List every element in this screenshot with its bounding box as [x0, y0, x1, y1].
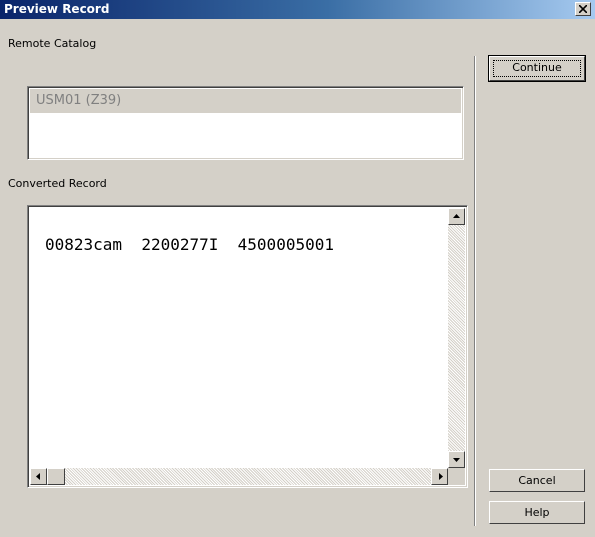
- scroll-right-button[interactable]: [431, 468, 448, 485]
- arrow-up-icon: [453, 214, 460, 218]
- converted-record-label: Converted Record: [8, 177, 107, 190]
- record-text: 00823cam 2200277I 4500005001: [45, 235, 334, 254]
- remote-catalog-label: Remote Catalog: [8, 37, 97, 50]
- title-bar: Preview Record: [0, 0, 595, 19]
- continue-button[interactable]: Continue: [488, 55, 586, 82]
- arrow-down-icon: [453, 458, 460, 462]
- continue-button-label: Continue: [512, 61, 562, 74]
- remote-catalog-list[interactable]: USM01 (Z39): [27, 86, 464, 160]
- horizontal-scrollbar[interactable]: [30, 468, 448, 485]
- list-item[interactable]: USM01 (Z39): [30, 89, 461, 113]
- scroll-up-button[interactable]: [448, 208, 465, 225]
- converted-record-textarea[interactable]: 00823cam 2200277I 4500005001: [27, 205, 468, 488]
- close-button[interactable]: [575, 2, 591, 16]
- help-button[interactable]: Help: [489, 501, 585, 524]
- scroll-thumb[interactable]: [47, 468, 65, 485]
- arrow-left-icon: [36, 473, 40, 480]
- cancel-button-label: Cancel: [518, 474, 556, 487]
- arrow-right-icon: [439, 473, 443, 480]
- vertical-divider: [474, 56, 476, 526]
- scrollbar-corner: [448, 468, 465, 485]
- scroll-down-button[interactable]: [448, 451, 465, 468]
- cancel-button[interactable]: Cancel: [489, 469, 585, 492]
- help-button-label: Help: [524, 506, 550, 519]
- vertical-scrollbar[interactable]: [448, 208, 465, 468]
- window-title: Preview Record: [4, 2, 110, 16]
- close-icon: [579, 5, 587, 13]
- scroll-left-button[interactable]: [30, 468, 47, 485]
- catalog-item-label: USM01 (Z39): [36, 93, 122, 108]
